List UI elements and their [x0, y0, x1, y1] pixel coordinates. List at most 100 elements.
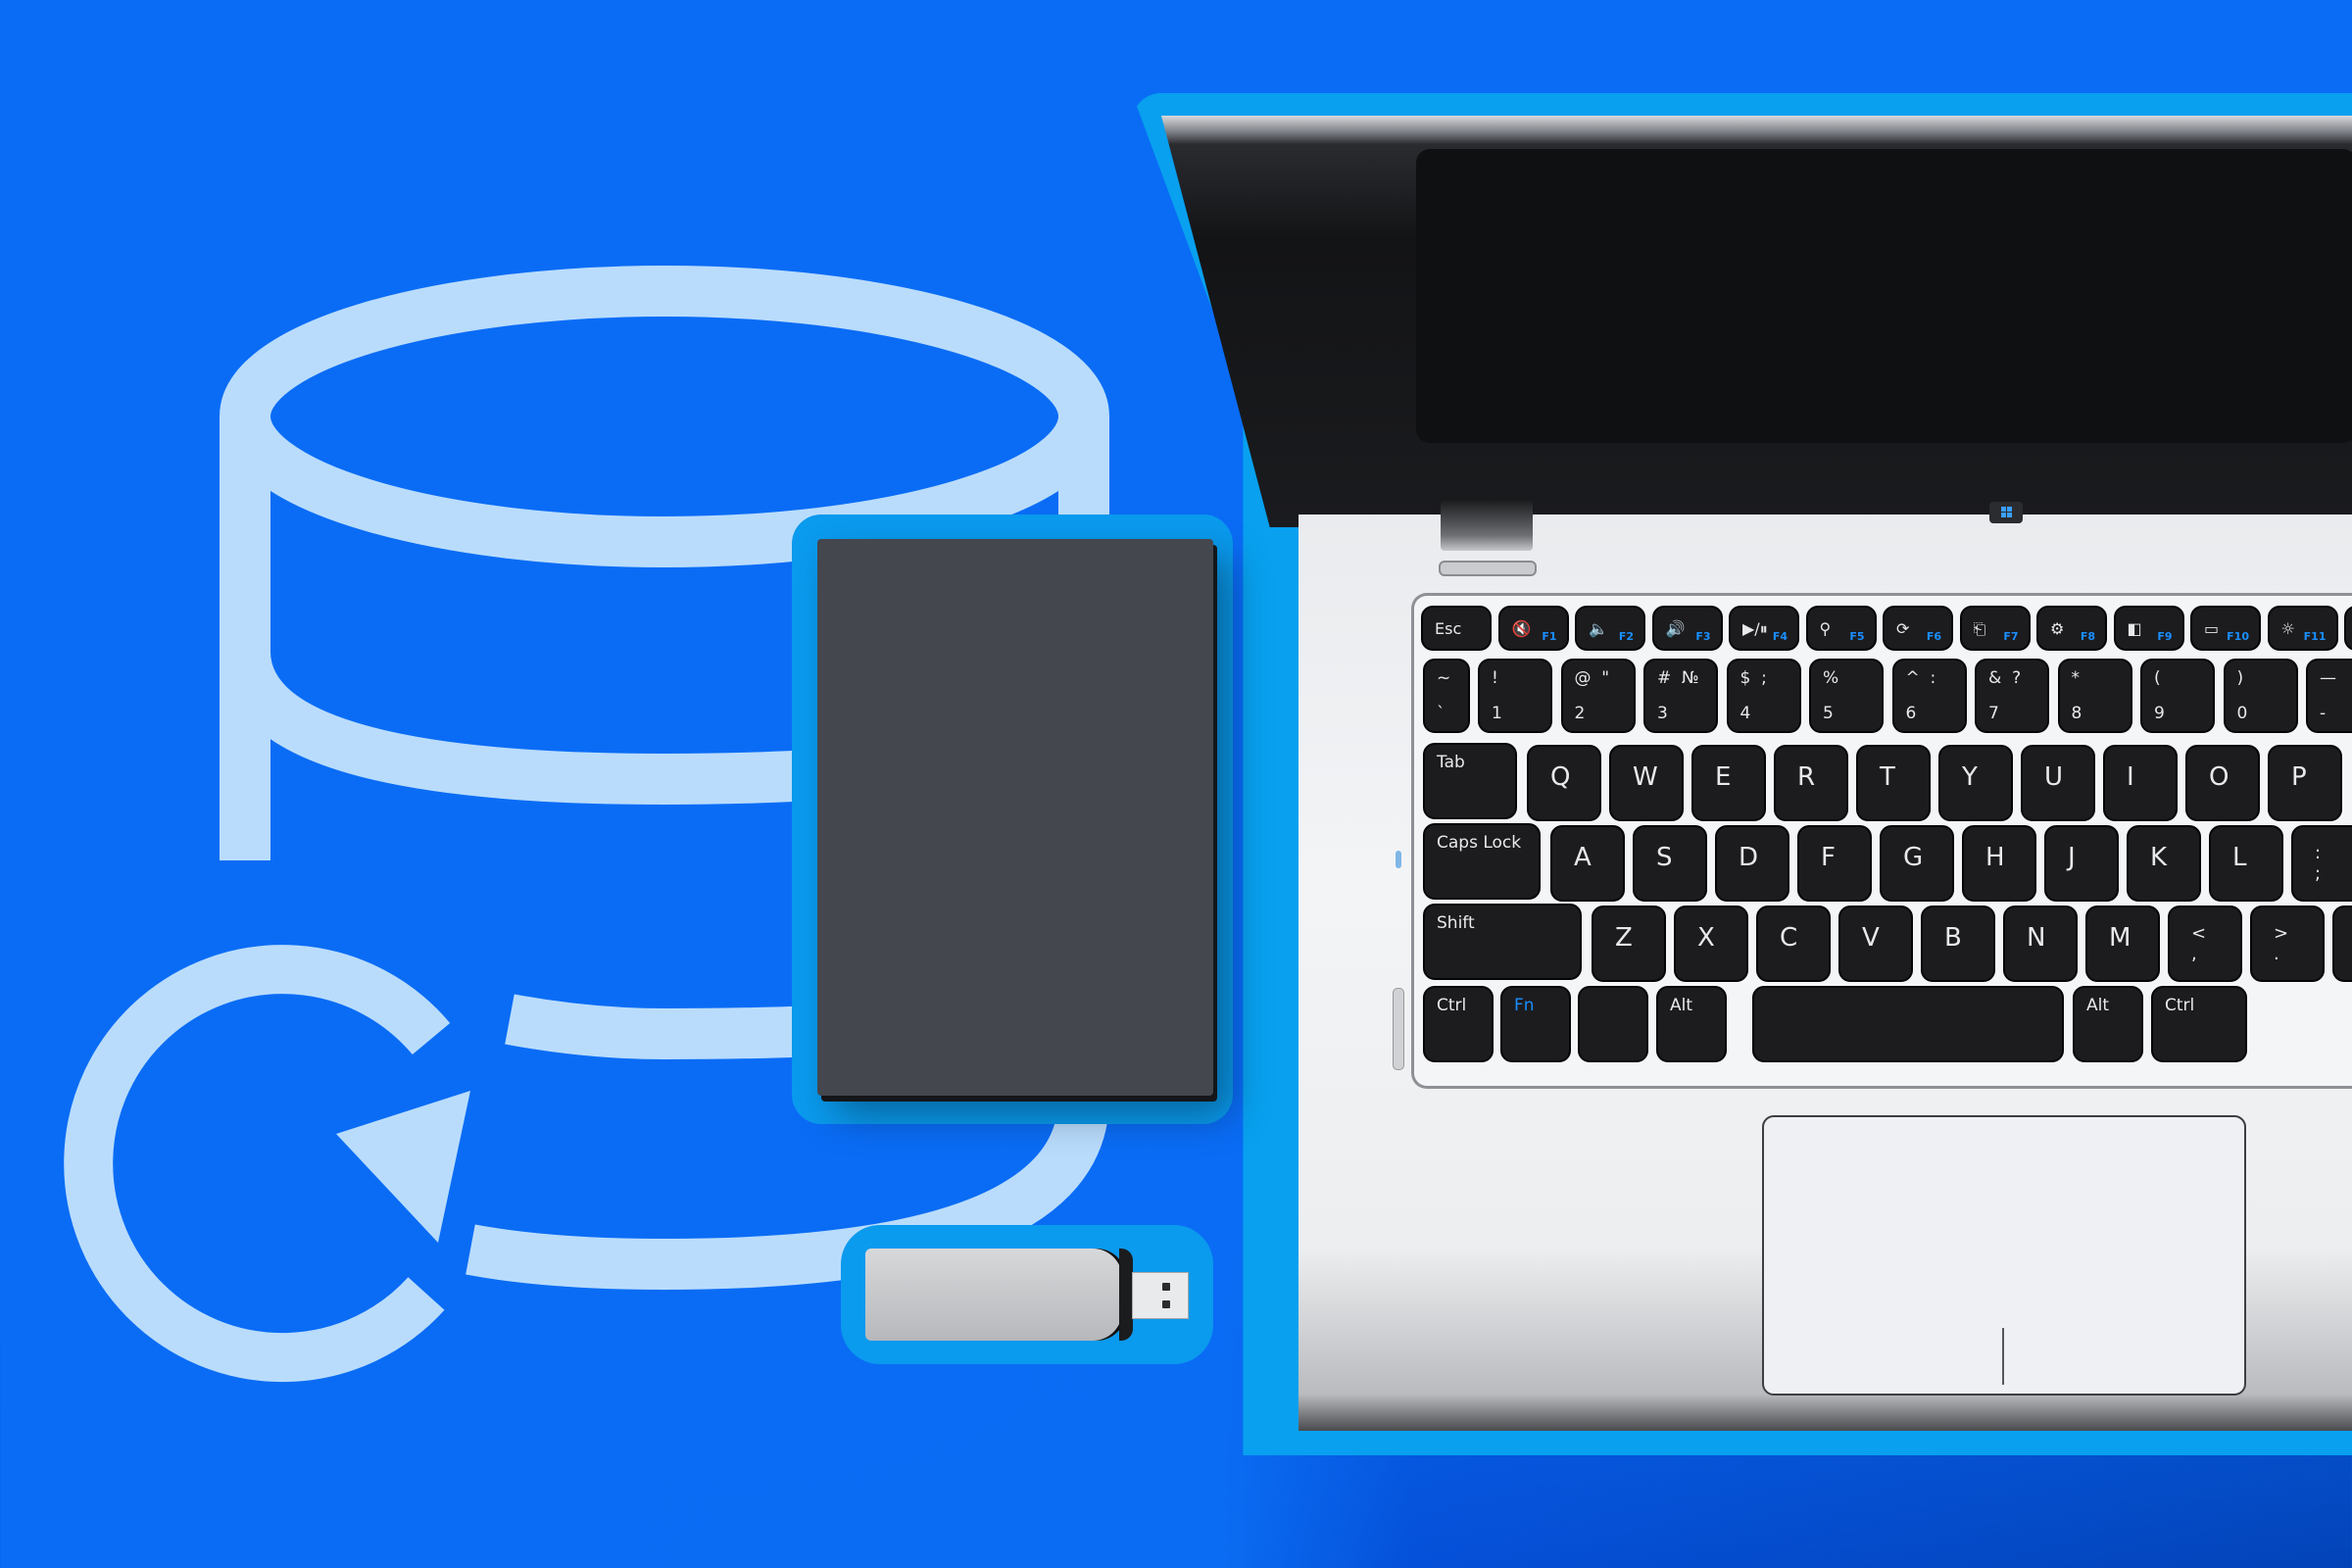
key-label: T — [1880, 762, 1895, 792]
key-b[interactable]: B — [1921, 906, 1995, 982]
touchpad[interactable] — [1762, 1115, 2246, 1396]
key-label: ☼ — [2280, 619, 2295, 638]
key-label: H — [1985, 843, 2005, 872]
key-esc[interactable]: Esc — [1421, 606, 1492, 651]
usb-pin — [1162, 1283, 1170, 1291]
key-x[interactable]: X — [1674, 906, 1748, 982]
key-f7[interactable]: ⎗ F7 — [1959, 606, 2031, 651]
key-f12[interactable]: ✹F12 — [2344, 606, 2352, 651]
key-label: O — [2209, 762, 2230, 792]
key-caps-lock[interactable]: Caps Lock — [1423, 823, 1541, 900]
key-label: I — [2127, 762, 2134, 792]
fn-label: F5 — [1849, 630, 1865, 643]
key-f11[interactable]: ☼ F11 — [2267, 606, 2338, 651]
key-p[interactable]: P — [2268, 745, 2342, 821]
key-c[interactable]: C — [1756, 906, 1831, 982]
key-label: > . — [2274, 923, 2289, 964]
key-l[interactable]: L — [2209, 825, 2283, 902]
key-label: Q — [1550, 762, 1571, 792]
key-y[interactable]: Y — [1938, 745, 2013, 821]
key-label: ⎗ — [1973, 619, 1986, 638]
key-label: D — [1739, 843, 1759, 872]
key-label: P — [2291, 762, 2307, 792]
key-label: 🔇 — [1511, 619, 1532, 638]
key-f9[interactable]: ◧ F9 — [2113, 606, 2184, 651]
key-f10[interactable]: ▭ F10 — [2190, 606, 2261, 651]
key-ctrl-0[interactable]: Ctrl — [1423, 986, 1494, 1062]
key-e[interactable]: E — [1691, 745, 1766, 821]
key-label: V — [1862, 923, 1880, 953]
key-4[interactable]: $ ; 4 — [1726, 659, 1801, 733]
hinge-bar — [1439, 561, 1537, 576]
key-u[interactable]: U — [2021, 745, 2095, 821]
key-f3[interactable]: 🔊 F3 — [1651, 606, 1723, 651]
key-s[interactable]: S — [1633, 825, 1707, 902]
database-top-ellipse — [220, 266, 1109, 567]
key-label: U — [2044, 762, 2064, 792]
key-label: Caps Lock — [1437, 833, 1522, 853]
key-n[interactable]: N — [2003, 906, 2078, 982]
key-2[interactable]: @ " 2 — [1560, 659, 1636, 733]
key-top-label: — — [2320, 668, 2336, 688]
key-0[interactable]: ) 0 — [2223, 659, 2298, 733]
key-alt-3[interactable]: Alt — [1656, 986, 1727, 1062]
key-f1[interactable]: 🔇 F1 — [1497, 606, 1569, 651]
key-punct-9[interactable]: ? / — [2332, 906, 2352, 982]
key-f[interactable]: F — [1797, 825, 1872, 902]
key-v[interactable]: V — [1838, 906, 1913, 982]
key-bottom-label: 8 — [2071, 704, 2082, 723]
key-o[interactable]: O — [2185, 745, 2260, 821]
key-r[interactable]: R — [1774, 745, 1848, 821]
key-label: R — [1797, 762, 1816, 792]
key-i[interactable]: I — [2103, 745, 2178, 821]
key-alt-5[interactable]: Alt — [2073, 986, 2143, 1062]
key-m[interactable]: M — [2085, 906, 2160, 982]
key-label: ⚲ — [1819, 619, 1832, 638]
key-f8[interactable]: ⚙ F8 — [2036, 606, 2107, 651]
key-w[interactable]: W — [1609, 745, 1684, 821]
key-fn-1[interactable]: Fn — [1500, 986, 1571, 1062]
key-label: C — [1780, 923, 1798, 953]
key-semicolon[interactable]: : ; — [2291, 825, 2352, 902]
key-z[interactable]: Z — [1592, 906, 1666, 982]
key-label: ⟳ — [1896, 619, 1910, 638]
key-f4[interactable]: ▶/⏸ F4 — [1729, 606, 1799, 651]
touchpad-divider — [2002, 1328, 2004, 1385]
key-9[interactable]: (9 — [2140, 659, 2215, 733]
key-ctrl-6[interactable]: Ctrl — [2151, 986, 2247, 1062]
key-q[interactable]: Q — [1527, 745, 1601, 821]
key-top-label: ! — [1492, 668, 1498, 688]
key-tab[interactable]: Tab — [1423, 743, 1517, 819]
key-t[interactable]: T — [1856, 745, 1931, 821]
key-punct-7[interactable]: < , — [2168, 906, 2242, 982]
key-f6[interactable]: ⟳ F6 — [1883, 606, 1953, 651]
key-label: W — [1633, 762, 1658, 792]
key-6[interactable]: ^ : 6 — [1891, 659, 1967, 733]
key-7[interactable]: & ? 7 — [1975, 659, 2049, 733]
key-bottom-label: - — [2320, 704, 2327, 723]
key-h[interactable]: H — [1962, 825, 2036, 902]
key--[interactable]: — - — [2306, 659, 2352, 733]
key-bottom-label: 6 — [1905, 704, 1917, 723]
key-g[interactable]: G — [1880, 825, 1954, 902]
key-j[interactable]: J — [2044, 825, 2119, 902]
key-8[interactable]: * 8 — [2057, 659, 2132, 733]
key-f5[interactable]: ⚲ F5 — [1805, 606, 1877, 651]
key-1[interactable]: ! 1 — [1478, 659, 1552, 733]
key-a[interactable]: A — [1550, 825, 1625, 902]
key-k[interactable]: K — [2127, 825, 2201, 902]
key-bottom-label: 5 — [1823, 704, 1834, 723]
key-shift[interactable]: Shift — [1423, 904, 1582, 980]
fn-label: F7 — [2003, 630, 2019, 643]
key-3[interactable]: # № 3 — [1643, 659, 1718, 733]
key-space[interactable] — [1752, 986, 2064, 1062]
key-blank-2[interactable] — [1578, 986, 1648, 1062]
key-5[interactable]: % 5 — [1809, 659, 1884, 733]
key-label: Alt — [1670, 996, 1693, 1015]
key-`[interactable]: ~ ` — [1423, 659, 1470, 733]
key-bottom-label: ` — [1437, 704, 1446, 723]
windows-button[interactable] — [1989, 502, 2023, 523]
key-f2[interactable]: 🔈 F2 — [1575, 606, 1645, 651]
key-d[interactable]: D — [1715, 825, 1789, 902]
key-punct-8[interactable]: > . — [2250, 906, 2325, 982]
